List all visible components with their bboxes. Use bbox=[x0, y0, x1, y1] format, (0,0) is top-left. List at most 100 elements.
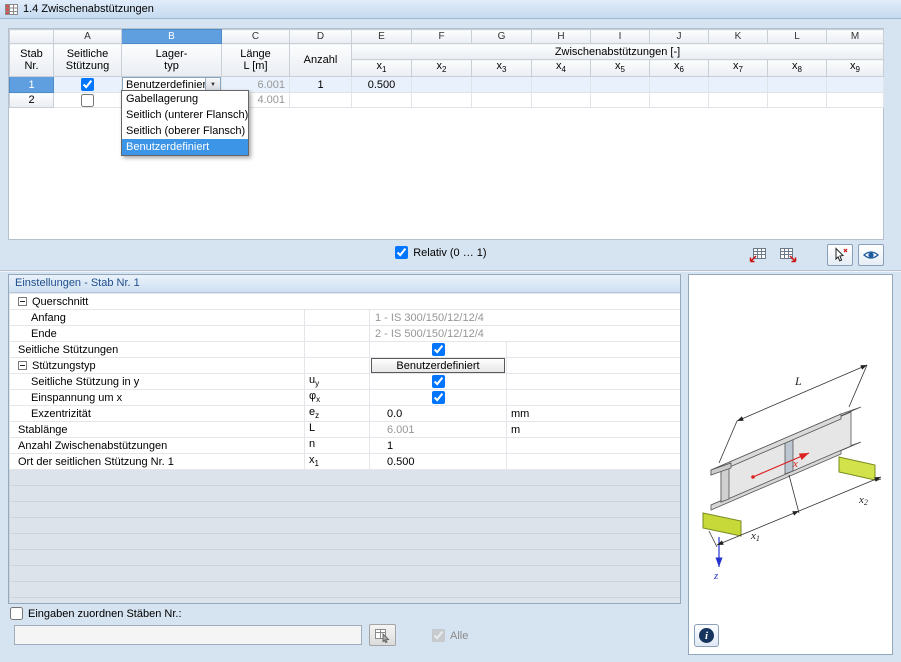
dropdown-option-gabellagerung[interactable]: Gabellagerung bbox=[122, 91, 248, 107]
header-x4: x4 bbox=[532, 60, 591, 77]
support-near bbox=[703, 513, 741, 536]
row-label: Stablänge bbox=[10, 422, 305, 438]
symbol-uy: uy bbox=[305, 374, 370, 390]
cell-x1-2[interactable] bbox=[352, 93, 412, 108]
pick-in-graphic-button[interactable] bbox=[827, 244, 853, 266]
cell-x8-1[interactable] bbox=[768, 77, 827, 93]
cell-x7-2[interactable] bbox=[709, 93, 768, 108]
cell-x1-1[interactable]: 0.500 bbox=[352, 77, 412, 93]
dropdown-option-seitlich-unterer-flansch[interactable]: Seitlich (unterer Flansch) bbox=[122, 107, 248, 123]
col-letter-I[interactable]: I bbox=[591, 30, 650, 44]
col-letter-H[interactable]: H bbox=[532, 30, 591, 44]
col-letter-D[interactable]: D bbox=[290, 30, 352, 44]
cell-anzahl-1[interactable]: 1 bbox=[290, 77, 352, 93]
col-letter-J[interactable]: J bbox=[650, 30, 709, 44]
symbol-x1: x1 bbox=[305, 454, 370, 470]
info-button[interactable]: i bbox=[694, 624, 719, 647]
label-x2: x2 bbox=[858, 494, 868, 507]
collapse-icon[interactable] bbox=[18, 297, 27, 306]
col-letter-M[interactable]: M bbox=[827, 30, 884, 44]
cell-x3-1[interactable] bbox=[472, 77, 532, 93]
cell-seitliche-2[interactable] bbox=[54, 93, 122, 108]
dropdown-option-seitlich-oberer-flansch[interactable]: Seitlich (oberer Flansch) bbox=[122, 123, 248, 139]
cell-x4-1[interactable] bbox=[532, 77, 591, 93]
col-letter-A[interactable]: A bbox=[54, 30, 122, 44]
row-label: Ende bbox=[10, 326, 305, 342]
symbol-n: n bbox=[305, 438, 370, 454]
grid-corner[interactable] bbox=[10, 30, 54, 44]
cell-x9-1[interactable] bbox=[827, 77, 884, 93]
row-label: Exzentrizität bbox=[10, 406, 305, 422]
cell-x6-2[interactable] bbox=[650, 93, 709, 108]
cell-anzahl-2[interactable] bbox=[290, 93, 352, 108]
settings-panel: Einstellungen - Stab Nr. 1 Querschnitt A… bbox=[8, 274, 681, 604]
cell-x5-1[interactable] bbox=[591, 77, 650, 93]
cell-x8-2[interactable] bbox=[768, 93, 827, 108]
relativ-group: Relativ (0 … 1) bbox=[395, 246, 486, 259]
col-letter-E[interactable]: E bbox=[352, 30, 412, 44]
symbol-phix: φx bbox=[305, 390, 370, 406]
seitliche-checkbox-1[interactable] bbox=[81, 78, 94, 91]
phix-checkbox[interactable] bbox=[432, 391, 445, 404]
cell-x5-2[interactable] bbox=[591, 93, 650, 108]
assign-pick-button[interactable] bbox=[369, 624, 396, 646]
ez-value[interactable]: 0.0 bbox=[370, 406, 507, 422]
import-table-icon bbox=[779, 247, 798, 264]
cell-seitliche-1[interactable] bbox=[54, 77, 122, 93]
cell-x9-2[interactable] bbox=[827, 93, 884, 108]
header-x5: x5 bbox=[591, 60, 650, 77]
header-stab-nr: StabNr. bbox=[10, 44, 54, 77]
cell-x7-1[interactable] bbox=[709, 77, 768, 93]
ort-value[interactable]: 0.500 bbox=[370, 454, 507, 470]
assign-label: Eingaben zuordnen Stäben Nr.: bbox=[28, 608, 182, 620]
row-header-1[interactable]: 1 bbox=[10, 77, 54, 93]
settings-row-phix: Einspannung um x φx bbox=[10, 390, 681, 406]
row-header-2[interactable]: 2 bbox=[10, 93, 54, 108]
stuetzungstyp-button[interactable]: Benutzerdefiniert bbox=[371, 358, 505, 373]
relativ-checkbox[interactable] bbox=[395, 246, 408, 259]
settings-row-stablaenge: Stablänge L 6.001 m bbox=[10, 422, 681, 438]
assign-row: Eingaben zuordnen Stäben Nr.: bbox=[10, 607, 182, 620]
import-table-button[interactable] bbox=[775, 244, 801, 266]
anzahl-value[interactable]: 1 bbox=[370, 438, 507, 454]
assign-members-input[interactable] bbox=[14, 625, 362, 645]
export-table-button[interactable] bbox=[744, 244, 770, 266]
relativ-label: Relativ (0 … 1) bbox=[413, 247, 486, 259]
symbol-L: L bbox=[305, 422, 370, 438]
col-letter-C[interactable]: C bbox=[222, 30, 290, 44]
symbol-ez: ez bbox=[305, 406, 370, 422]
table-module-icon bbox=[5, 3, 18, 16]
cell-x4-2[interactable] bbox=[532, 93, 591, 108]
col-letter-K[interactable]: K bbox=[709, 30, 768, 44]
col-letter-B[interactable]: B bbox=[122, 30, 222, 44]
settings-row-uy: Seitliche Stützung in y uy bbox=[10, 374, 681, 390]
col-letter-G[interactable]: G bbox=[472, 30, 532, 44]
cell-x2-1[interactable] bbox=[412, 77, 472, 93]
label-axis-x: x bbox=[792, 458, 798, 470]
chevron-down-icon: ▼ bbox=[210, 82, 216, 88]
uy-checkbox[interactable] bbox=[432, 375, 445, 388]
label-x1: x1 bbox=[750, 530, 760, 543]
seitliche-checkbox-2[interactable] bbox=[81, 94, 94, 107]
view-button[interactable] bbox=[858, 244, 884, 266]
settings-empty-row bbox=[10, 518, 681, 534]
preview-panel: L x z x1 x2 i bbox=[688, 274, 893, 655]
table-footer-bar: Relativ (0 … 1) bbox=[8, 240, 884, 269]
settings-row-anfang: Anfang 1 - IS 300/150/12/12/4 bbox=[10, 310, 681, 326]
label-length: L bbox=[794, 374, 802, 388]
seitliche-stuetzungen-checkbox[interactable] bbox=[432, 343, 445, 356]
cell-x6-1[interactable] bbox=[650, 77, 709, 93]
assign-checkbox[interactable] bbox=[10, 607, 23, 620]
cell-x3-2[interactable] bbox=[472, 93, 532, 108]
alle-checkbox[interactable] bbox=[432, 629, 445, 642]
cell-x2-2[interactable] bbox=[412, 93, 472, 108]
col-letter-F[interactable]: F bbox=[412, 30, 472, 44]
dropdown-option-benutzerdefiniert[interactable]: Benutzerdefiniert bbox=[122, 139, 248, 155]
row-label: Seitliche Stützung in y bbox=[10, 374, 305, 390]
row-label: Einspannung um x bbox=[10, 390, 305, 406]
collapse-icon[interactable] bbox=[18, 361, 27, 370]
settings-row-anzahl: Anzahl Zwischenabstützungen n 1 bbox=[10, 438, 681, 454]
supports-table-area: A B C D E F G H I J K L M StabNr. Seitli… bbox=[8, 28, 884, 240]
col-letter-L[interactable]: L bbox=[768, 30, 827, 44]
settings-empty-row bbox=[10, 486, 681, 502]
